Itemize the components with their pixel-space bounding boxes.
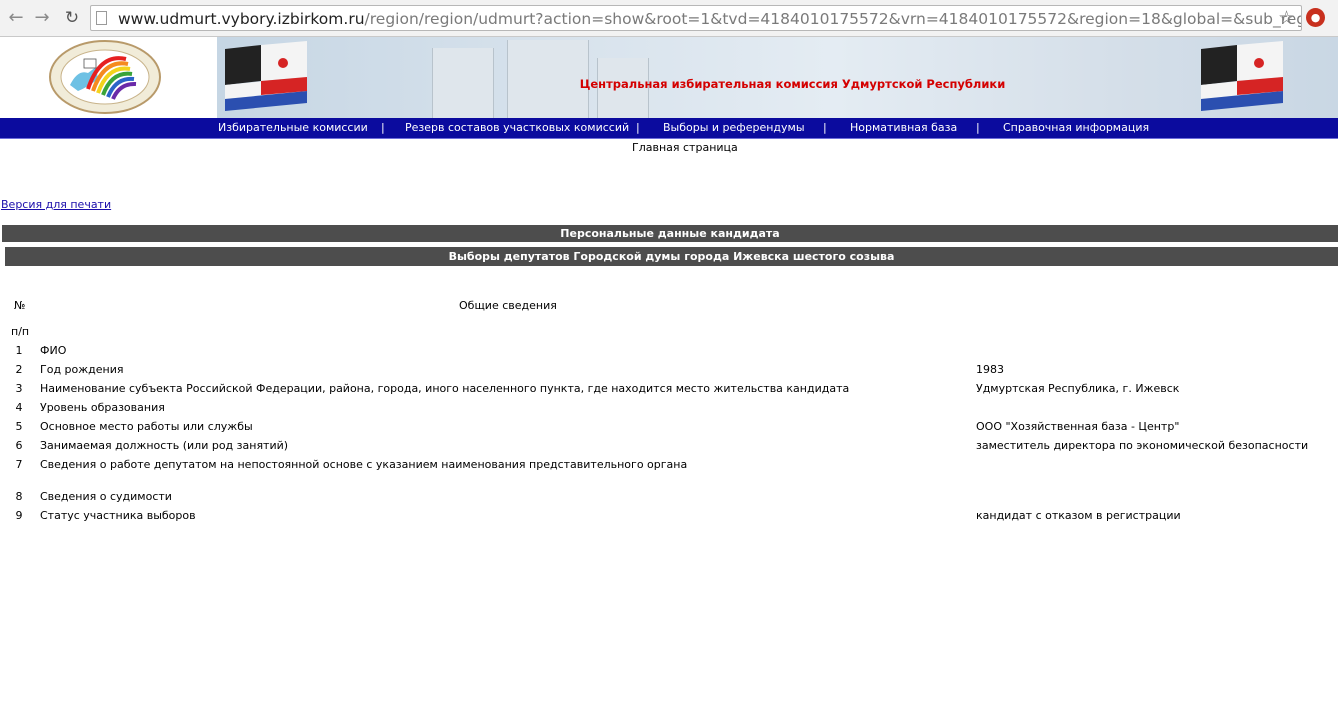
banner-title: Центральная избирательная комиссия Удмур… bbox=[579, 77, 1006, 91]
row-number: 2 bbox=[15, 363, 23, 376]
menu-item-elections[interactable]: Выборы и референдумы bbox=[663, 118, 805, 138]
row-label: ФИО bbox=[40, 344, 67, 357]
election-title-bar: Выборы депутатов Городской думы города И… bbox=[5, 247, 1338, 266]
extension-icon[interactable]: ● bbox=[1306, 8, 1325, 27]
site-header: Центральная избирательная комиссия Удмур… bbox=[0, 37, 1338, 118]
section-title-bar: Персональные данные кандидата bbox=[2, 225, 1338, 242]
header-banner: Центральная избирательная комиссия Удмур… bbox=[217, 37, 1338, 118]
home-link[interactable]: Главная страница bbox=[632, 141, 738, 154]
row-number: 5 bbox=[15, 420, 23, 433]
menu-item-reference[interactable]: Справочная информация bbox=[1003, 118, 1149, 138]
forward-icon[interactable]: → bbox=[31, 7, 53, 29]
reload-icon[interactable]: ↻ bbox=[61, 7, 83, 29]
row-number: 3 bbox=[15, 382, 23, 395]
row-label: Сведения о судимости bbox=[40, 490, 172, 503]
menu-separator: | bbox=[636, 121, 640, 134]
row-label: Статус участника выборов bbox=[40, 509, 196, 522]
page-icon bbox=[96, 11, 107, 25]
back-icon[interactable]: ← bbox=[5, 7, 27, 29]
row-label: Сведения о работе депутатом на непостоян… bbox=[40, 458, 688, 471]
row-value: заместитель директора по экономической б… bbox=[976, 439, 1309, 452]
column-header-number: № bbox=[14, 299, 26, 312]
row-label: Основное место работы или службы bbox=[40, 420, 253, 433]
address-bar[interactable]: www.udmurt.vybory.izbirkom.ru/region/reg… bbox=[90, 5, 1302, 31]
row-number: 6 bbox=[15, 439, 23, 452]
row-value: 1983 bbox=[976, 363, 1004, 376]
row-number: 8 bbox=[15, 490, 23, 503]
row-label: Год рождения bbox=[40, 363, 124, 376]
commission-logo[interactable] bbox=[48, 39, 162, 115]
row-label: Уровень образования bbox=[40, 401, 165, 414]
browser-toolbar: ← → ↻ www.udmurt.vybory.izbirkom.ru/regi… bbox=[0, 0, 1338, 37]
row-label: Наименование субъекта Российской Федерац… bbox=[40, 382, 850, 395]
row-value: кандидат с отказом в регистрации bbox=[976, 509, 1181, 522]
row-label: Занимаемая должность (или род занятий) bbox=[40, 439, 289, 452]
menu-separator: | bbox=[976, 121, 980, 134]
column-header-info: Общие сведения bbox=[459, 299, 557, 312]
menu-item-commissions[interactable]: Избирательные комиссии bbox=[218, 118, 368, 138]
menu-separator: | bbox=[381, 121, 385, 134]
menu-item-normative[interactable]: Нормативная база bbox=[850, 118, 957, 138]
column-header-number-sub: п/п bbox=[11, 325, 30, 338]
row-value: ООО "Хозяйственная база - Центр" bbox=[976, 420, 1180, 433]
row-number: 7 bbox=[15, 458, 23, 471]
bookmark-star-icon[interactable]: ☆ bbox=[1278, 7, 1295, 29]
main-menu: Избирательные комиссии | Резерв составов… bbox=[0, 118, 1338, 139]
menu-item-reserve[interactable]: Резерв составов участковых комиссий bbox=[405, 118, 629, 138]
url-text[interactable]: www.udmurt.vybory.izbirkom.ru/region/reg… bbox=[118, 10, 1301, 28]
row-number: 4 bbox=[15, 401, 23, 414]
url-path: /region/region/udmurt?action=show&root=1… bbox=[364, 10, 1301, 28]
url-host: www.udmurt.vybory.izbirkom.ru bbox=[118, 10, 365, 28]
menu-separator: | bbox=[823, 121, 827, 134]
row-number: 9 bbox=[15, 509, 23, 522]
row-value: Удмуртская Республика, г. Ижевск bbox=[976, 382, 1180, 395]
row-number: 1 bbox=[15, 344, 23, 357]
print-version-link[interactable]: Версия для печати bbox=[1, 198, 111, 211]
